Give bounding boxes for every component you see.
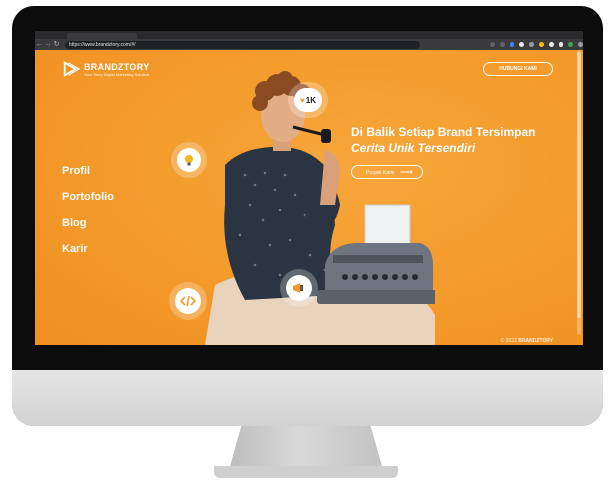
code-icon — [175, 288, 201, 314]
copyright-year: © 2022 — [500, 338, 517, 344]
back-icon[interactable]: ← — [35, 39, 44, 50]
logo-tagline: Your Story Digital Marketing Solution — [84, 71, 149, 77]
contact-button[interactable]: HUBUNGI KAMI — [483, 62, 553, 76]
logo-name: BRANDZTORY — [84, 61, 150, 72]
extension-icon[interactable] — [548, 42, 554, 47]
webpage: BRANDZTORY Your Story Digital Marketing … — [35, 50, 583, 345]
monitor-screen: ← → ↻ https://www.brandztory.com/#/ BRAN… — [35, 31, 583, 345]
monitor-foot — [214, 466, 398, 478]
menu-icon[interactable] — [578, 42, 583, 47]
nav-blog[interactable]: Blog — [62, 217, 114, 229]
logo-mark-icon — [63, 61, 80, 77]
nav-profil[interactable]: Profil — [62, 165, 114, 177]
hero-headline: Di Balik Setiap Brand Tersimpan Cerita U… — [351, 124, 536, 156]
side-nav: Profil Portofolio Blog Karir — [62, 165, 114, 269]
copyright-brand: BRANDZTORY — [518, 338, 553, 344]
extension-icon[interactable] — [529, 42, 535, 47]
projects-button-label: Proyek Kami — [366, 170, 395, 176]
arrow-right-icon: ⟶ — [400, 167, 413, 177]
heart-icon: ♥ — [300, 95, 305, 105]
like-badge: ♥ 1K — [294, 88, 322, 112]
browser-tab-strip — [35, 31, 583, 39]
share-icon[interactable] — [490, 42, 495, 47]
like-count: 1K — [305, 95, 316, 105]
reload-icon[interactable]: ↻ — [52, 39, 61, 50]
extension-icon[interactable] — [539, 42, 544, 47]
projects-button[interactable]: Proyek Kami ⟶ — [351, 165, 423, 179]
extension-icon[interactable] — [509, 42, 515, 47]
site-logo[interactable]: BRANDZTORY Your Story Digital Marketing … — [62, 60, 150, 78]
forward-icon[interactable]: → — [44, 39, 53, 50]
nav-karir[interactable]: Karir — [62, 243, 114, 255]
nav-portofolio[interactable]: Portofolio — [62, 191, 114, 203]
bookmark-star-icon[interactable] — [499, 42, 505, 47]
monitor-chin — [12, 370, 603, 426]
monitor-stand — [229, 426, 383, 470]
lightbulb-icon — [177, 148, 201, 172]
browser-toolbar: ← → ↻ https://www.brandztory.com/#/ — [35, 39, 583, 50]
copyright: © 2022 BRANDZTORY — [501, 338, 553, 344]
extension-icon[interactable] — [558, 42, 564, 47]
address-bar[interactable]: https://www.brandztory.com/#/ — [64, 40, 421, 49]
megaphone-icon — [286, 275, 312, 301]
profile-avatar[interactable] — [568, 42, 574, 47]
headline-line-1: Di Balik Setiap Brand Tersimpan — [351, 125, 536, 139]
headline-line-2: Cerita Unik Tersendiri — [351, 141, 476, 155]
scrollbar-thumb[interactable] — [577, 52, 581, 318]
extension-icon[interactable] — [519, 42, 525, 47]
